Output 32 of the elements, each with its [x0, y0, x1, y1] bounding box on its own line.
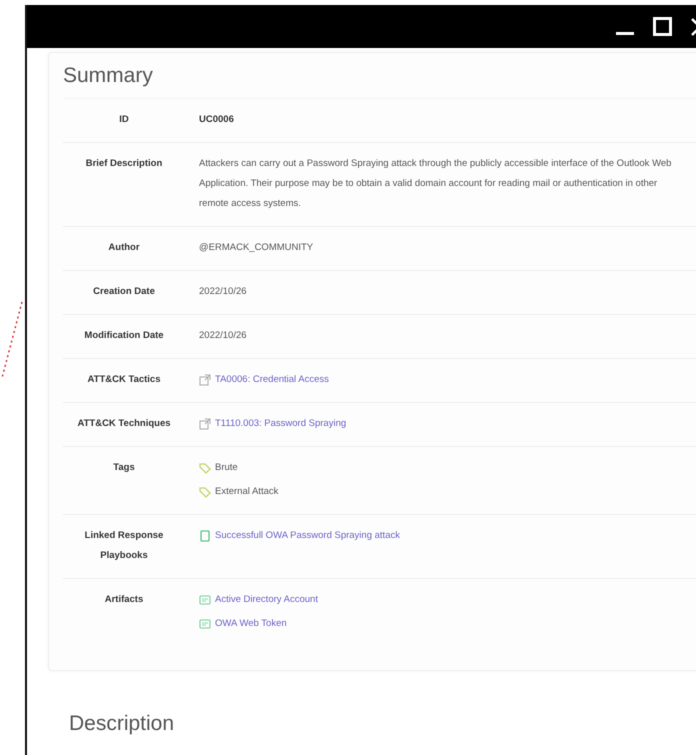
- link[interactable]: TA0006: Credential Access: [199, 370, 329, 390]
- field-value: 2022/10/26: [199, 285, 247, 300]
- tag-icon: [199, 486, 211, 498]
- section-title: Summary: [63, 63, 154, 88]
- field-value: UC0006: [199, 113, 234, 128]
- external-link-icon: [199, 418, 211, 430]
- artifact-icon: [199, 618, 211, 630]
- artifact-icon: [199, 594, 211, 606]
- field-label: Artifacts: [104, 593, 144, 608]
- tag-label: Brute: [215, 461, 238, 476]
- field-value: 2022/10/26: [199, 329, 247, 344]
- tag-icon: [199, 462, 211, 474]
- field-label: ATT&CK Techniques: [76, 417, 172, 432]
- field-value: @ERMACK_COMMUNITY: [199, 241, 314, 256]
- link[interactable]: T1110.003: Password Spraying: [199, 414, 346, 434]
- maximize-icon[interactable]: [653, 17, 672, 36]
- field-label: Brief Description: [84, 157, 164, 172]
- field-label: Author: [107, 241, 141, 256]
- field-value: Attackers can carry out a Password Spraying attack through the publicly accessible interface of the Outlook Web Application. Their purpose may be to obtain a valid domain account for reading mail or authentication in other remote access systems.: [199, 157, 672, 212]
- field-label: Modification Date: [83, 329, 165, 344]
- field-label: Creation Date: [92, 285, 156, 300]
- field-label: ID: [118, 113, 130, 128]
- book-icon: [199, 530, 211, 542]
- external-link-icon: [199, 374, 211, 386]
- link[interactable]: OWA Web Token: [199, 614, 287, 634]
- field-label: ATT&CK Tactics: [86, 373, 162, 388]
- link[interactable]: Successfull OWA Password Spraying attack: [199, 526, 400, 546]
- tag-label: External Attack: [215, 485, 278, 500]
- field-label: Linked Response Playbooks: [84, 529, 164, 564]
- section-title: Description: [69, 711, 176, 736]
- field-label: Tags: [112, 461, 136, 476]
- link[interactable]: Active Directory Account: [199, 590, 318, 610]
